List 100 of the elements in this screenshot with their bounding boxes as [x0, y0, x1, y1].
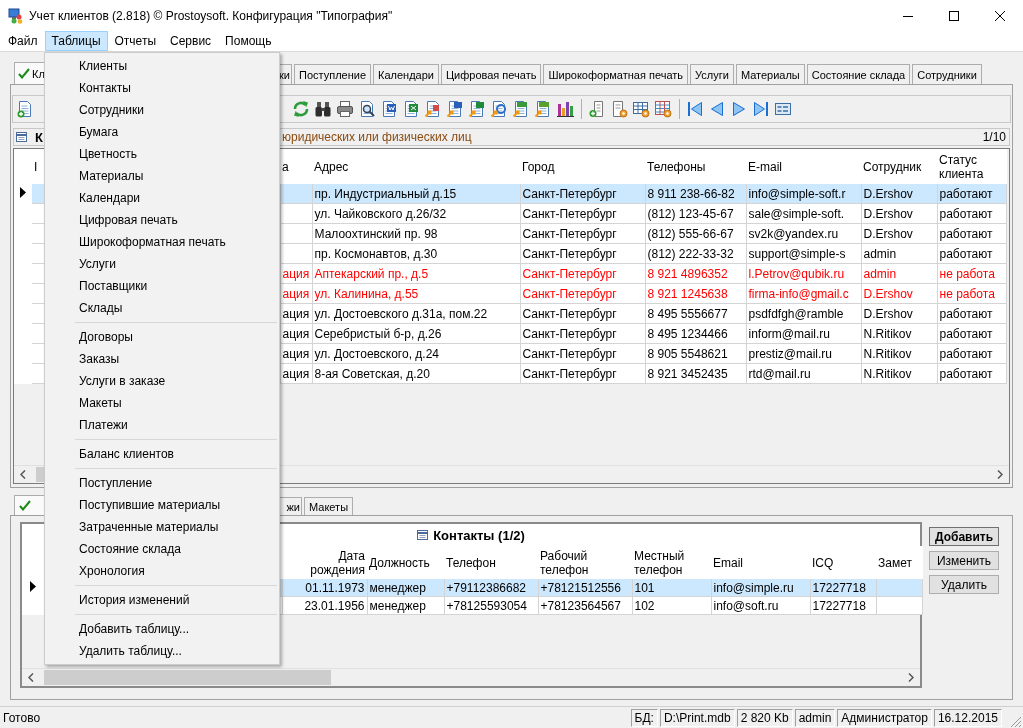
menu-item[interactable]: Сервис — [163, 31, 219, 51]
table-cell: l.Petrov@qubik.ru — [748, 266, 845, 281]
table-cell: 8 495 5556677 — [647, 306, 728, 321]
column-header[interactable]: Должность — [369, 555, 442, 570]
table-cell: не работа — [939, 266, 995, 281]
table-cell: ация — [282, 366, 310, 381]
menu-item[interactable]: Материалы — [45, 165, 279, 187]
menu-item[interactable]: Состояние склада — [45, 538, 279, 560]
menu-item[interactable]: Поступившие материалы — [45, 494, 279, 516]
menu-item[interactable]: Таблицы — [44, 31, 108, 51]
scroll-left-icon[interactable] — [28, 673, 34, 682]
menu-item[interactable]: Склады — [45, 297, 279, 319]
menu-item[interactable]: Широкоформатная печать — [45, 231, 279, 253]
export-web-icon[interactable] — [490, 100, 508, 118]
status-panel: Администратор — [837, 708, 932, 727]
export-document-icon[interactable] — [446, 100, 464, 118]
tab[interactable]: Сотрудники — [912, 64, 982, 84]
column-header[interactable]: Адрес — [314, 159, 518, 174]
menu-item[interactable]: Поступление — [45, 472, 279, 494]
menu-item[interactable]: Удалить таблицу... — [45, 640, 279, 662]
tab[interactable]: Поступление — [294, 64, 371, 84]
tab[interactable]: Макеты — [304, 497, 354, 515]
table-cell: ация — [282, 286, 310, 301]
scrollbar-thumb[interactable] — [44, 670, 331, 685]
menu-item[interactable]: Цифровая печать — [45, 209, 279, 231]
table-cell: D.Ershov — [863, 306, 913, 321]
menu-item[interactable]: Договоры — [45, 326, 279, 348]
table-cell: работают — [939, 346, 993, 361]
menu-item[interactable]: Услуги в заказе — [45, 370, 279, 392]
tab[interactable]: Услуги — [690, 64, 734, 84]
scroll-left-icon[interactable] — [20, 470, 26, 479]
column-header[interactable]: Сотрудник — [863, 159, 935, 174]
scroll-right-icon[interactable] — [908, 673, 914, 682]
excel-document-icon[interactable] — [402, 100, 420, 118]
menu-item[interactable]: Платежи — [45, 414, 279, 436]
scroll-right-icon[interactable] — [997, 470, 1003, 479]
table-cell: inform@mail.ru — [748, 326, 831, 341]
form-view-icon[interactable] — [774, 100, 792, 118]
column-header[interactable]: Статус клиента — [939, 152, 1004, 181]
menu-item[interactable]: Баланс клиентов — [45, 443, 279, 465]
action-button[interactable]: Изменить — [929, 551, 999, 570]
menu-item[interactable]: Заказы — [45, 348, 279, 370]
menu-item[interactable]: Клиенты — [45, 55, 279, 77]
binoculars-icon[interactable] — [314, 100, 332, 118]
last-record-icon[interactable] — [752, 100, 770, 118]
first-record-icon[interactable] — [686, 100, 704, 118]
column-header[interactable]: Дата рождения — [284, 548, 365, 577]
column-header[interactable]: Телефон — [446, 555, 536, 570]
tab[interactable]: Широкоформатная печать — [543, 64, 689, 84]
menu-item[interactable]: Отчеты — [107, 31, 163, 51]
menu-item[interactable]: Файл — [1, 31, 45, 51]
tab[interactable]: Состояние склада — [806, 64, 911, 84]
export-document-icon[interactable] — [468, 100, 486, 118]
check-icon — [18, 68, 30, 79]
table-cell: 8 495 1234466 — [647, 326, 728, 341]
column-header[interactable]: Замет — [878, 555, 920, 570]
tab[interactable]: Цифровая печать — [440, 64, 542, 84]
tab[interactable]: Материалы — [735, 64, 805, 84]
next-record-icon[interactable] — [730, 100, 748, 118]
table-cell: 8 905 5548621 — [647, 346, 728, 361]
action-button[interactable]: Удалить — [929, 575, 999, 594]
menu-item[interactable]: Хронология — [45, 560, 279, 582]
table-cell: D.Ershov — [863, 286, 913, 301]
column-header[interactable]: Рабочий телефон — [540, 548, 630, 577]
word-document-icon[interactable] — [380, 100, 398, 118]
menu-item[interactable]: Контакты — [45, 77, 279, 99]
previous-record-icon[interactable] — [708, 100, 726, 118]
tab[interactable]: Календари — [373, 64, 439, 84]
export-document-icon[interactable] — [424, 100, 442, 118]
column-header[interactable]: Email — [713, 555, 808, 570]
menu-item[interactable]: Поставщики — [45, 275, 279, 297]
add-document-icon[interactable] — [16, 100, 34, 118]
document-settings-icon[interactable] — [610, 100, 628, 118]
bar-chart-icon[interactable] — [556, 100, 574, 118]
horizontal-scrollbar[interactable] — [22, 668, 920, 686]
column-header[interactable]: Местный телефон — [634, 548, 709, 577]
column-header[interactable]: Город — [522, 159, 643, 174]
printer-icon[interactable] — [336, 100, 354, 118]
grid-settings-icon[interactable] — [632, 100, 650, 118]
menu-item[interactable]: Макеты — [45, 392, 279, 414]
menu-item[interactable]: Добавить таблицу... — [45, 618, 279, 640]
menu-item[interactable]: Помощь — [218, 31, 279, 51]
menu-item[interactable]: Затраченные материалы — [45, 516, 279, 538]
export-table-icon[interactable] — [512, 100, 530, 118]
columns-settings-icon[interactable] — [654, 100, 672, 118]
preview-icon[interactable] — [358, 100, 376, 118]
column-header[interactable]: Телефоны — [647, 159, 744, 174]
export-text-icon[interactable] — [534, 100, 552, 118]
column-header[interactable]: а — [282, 159, 310, 174]
column-header[interactable]: E-mail — [748, 159, 859, 174]
table-cell: psdfdfgh@ramble — [748, 306, 844, 321]
table-cell: sale@simple-soft. — [748, 206, 845, 221]
column-header[interactable]: ICQ — [812, 555, 874, 570]
menu-item[interactable]: Сотрудники — [45, 99, 279, 121]
table-cell: N.Ritikov — [863, 346, 912, 361]
action-button[interactable]: Добавить — [929, 527, 999, 546]
add-row-icon[interactable] — [588, 100, 606, 118]
menu-item[interactable]: Услуги — [45, 253, 279, 275]
menu-item[interactable]: Бумага — [45, 121, 279, 143]
menu-item[interactable]: Цветность — [45, 143, 279, 165]
